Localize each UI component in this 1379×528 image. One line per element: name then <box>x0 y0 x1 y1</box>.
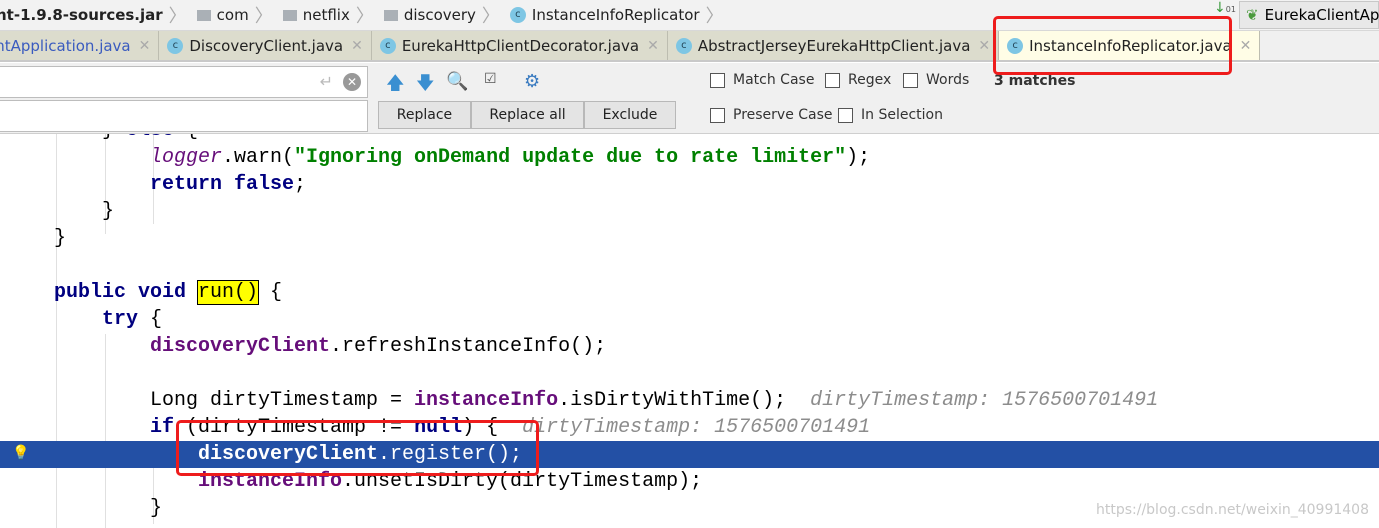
words-checkbox[interactable]: Words <box>903 72 969 88</box>
code-token: instanceInfo <box>414 389 559 412</box>
breadcrumb-item[interactable]: c InstanceInfoReplicator 〉 <box>509 0 734 31</box>
code-token: else <box>126 134 174 142</box>
code-token: { <box>258 281 283 304</box>
folder-icon <box>196 9 211 21</box>
code-token: .refreshInstanceInfo(); <box>330 335 607 358</box>
chevron-right-icon: 〉 <box>355 6 374 27</box>
code-token: } <box>102 134 126 142</box>
inline-debug-value: dirtyTimestamp: 1576500701491 <box>786 389 1159 412</box>
code-token: } <box>102 200 115 223</box>
close-icon[interactable]: ✕ <box>1240 38 1252 54</box>
code-line[interactable]: return false; <box>0 171 1379 198</box>
code-line[interactable]: try { <box>0 306 1379 333</box>
chevron-right-icon: 〉 <box>705 6 724 27</box>
chevron-right-icon: 〉 <box>168 6 187 27</box>
tab-label: entApplication.java <box>0 36 131 55</box>
match-case-checkbox[interactable]: Match Case <box>710 72 814 88</box>
class-icon: c <box>675 37 692 54</box>
code-line[interactable] <box>0 360 1379 387</box>
watermark: https://blog.csdn.net/weixin_40991408 <box>1095 502 1369 518</box>
code-token: .warn( <box>222 146 295 169</box>
annotation-box <box>993 16 1232 75</box>
replace-button[interactable]: Replace <box>378 101 471 129</box>
code-line[interactable]: } <box>0 198 1379 225</box>
code-token: public void <box>54 281 199 304</box>
in-selection-checkbox[interactable]: In Selection <box>838 107 943 123</box>
code-line[interactable]: } <box>0 225 1379 252</box>
tab-abstractjerseyeurekahttpclient-java[interactable]: c AbstractJerseyEurekaHttpClient.java ✕ <box>667 31 1000 60</box>
code-line[interactable]: logger.warn("Ignoring onDemand update du… <box>0 144 1379 171</box>
tab-discoveryclient-java[interactable]: c DiscoveryClient.java ✕ <box>159 31 372 60</box>
code-token: } <box>150 497 163 520</box>
code-token: logger <box>150 146 223 169</box>
breadcrumb-item[interactable]: com 〉 <box>196 0 283 31</box>
annotation-box <box>176 420 539 476</box>
class-icon: c <box>167 37 184 54</box>
code-token: run() <box>197 280 260 305</box>
clear-icon[interactable]: ✕ <box>343 73 361 91</box>
lightbulb-icon[interactable]: 💡 <box>12 441 29 468</box>
breadcrumb-label: netflix <box>302 6 350 24</box>
preserve-case-checkbox[interactable]: Preserve Case <box>710 107 833 123</box>
tab-eurekahttpclientdecorator-java[interactable]: c EurekaHttpClientDecorator.java ✕ <box>371 31 668 60</box>
find-all-icon[interactable]: 🔍 <box>446 71 468 92</box>
class-icon: c <box>509 7 526 23</box>
tab-label: EurekaHttpClientDecorator.java <box>401 36 640 55</box>
run-configuration-selector[interactable]: ❦ EurekaClientAp <box>1239 1 1379 29</box>
close-icon[interactable]: ✕ <box>647 38 659 54</box>
folder-icon <box>282 9 297 21</box>
chevron-right-icon: 〉 <box>254 6 273 27</box>
code-token: ); <box>846 146 871 169</box>
enter-icon: ↵ <box>319 72 333 91</box>
code-token: ; <box>294 173 307 196</box>
breadcrumb-label: nt-1.9.8-sources.jar <box>0 6 163 24</box>
breadcrumb-label: com <box>216 6 249 24</box>
breadcrumb-label: InstanceInfoReplicator <box>531 6 700 24</box>
code-token: Long dirtyTimestamp = <box>150 389 415 412</box>
code-token: { <box>138 308 163 331</box>
tab-label: AbstractJerseyEurekaHttpClient.java <box>697 36 971 55</box>
code-token: { <box>174 134 198 142</box>
code-line[interactable] <box>0 252 1379 279</box>
binary-icon[interactable]: ↓01 <box>1214 1 1236 15</box>
chevron-right-icon: 〉 <box>481 6 500 27</box>
code-line[interactable]: public void run() { <box>0 279 1379 306</box>
close-icon[interactable]: ✕ <box>351 38 363 54</box>
breadcrumb-item[interactable]: netflix 〉 <box>282 0 384 31</box>
exclude-button[interactable]: Exclude <box>584 101 676 129</box>
close-icon[interactable]: ✕ <box>139 38 151 54</box>
previous-occurrence-icon[interactable]: 🡅 <box>386 71 405 101</box>
inline-debug-value: dirtyTimestamp: 1576500701491 <box>498 416 871 439</box>
replace-all-button[interactable]: Replace all <box>471 101 584 129</box>
code-line[interactable]: } else { <box>0 134 1379 144</box>
regex-checkbox[interactable]: Regex <box>825 72 891 88</box>
code-token: return false <box>150 173 295 196</box>
breadcrumb-item[interactable]: discovery 〉 <box>383 0 510 31</box>
breadcrumb-label: discovery <box>403 6 476 24</box>
code-token: } <box>54 227 67 250</box>
breadcrumb-item[interactable]: nt-1.9.8-sources.jar 〉 <box>0 0 197 31</box>
tab-label: DiscoveryClient.java <box>189 36 344 55</box>
code-token: "Ignoring onDemand update due to rate li… <box>294 146 847 169</box>
settings-gear-icon[interactable]: ⚙ <box>524 71 540 92</box>
select-all-occurrences-icon[interactable]: ☑ <box>484 71 497 87</box>
code-line[interactable]: Long dirtyTimestamp = instanceInfo.isDir… <box>0 387 1379 414</box>
tab-entapplication-java[interactable]: entApplication.java ✕ <box>0 31 160 60</box>
code-line[interactable]: discoveryClient.refreshInstanceInfo(); <box>0 333 1379 360</box>
replace-input[interactable] <box>0 100 368 132</box>
folder-icon <box>383 9 398 21</box>
class-icon: c <box>379 37 396 54</box>
code-token: try <box>102 308 139 331</box>
match-count: 3 matches <box>994 73 1076 89</box>
search-input[interactable]: ↵ ✕ <box>0 66 368 98</box>
spring-boot-icon: ❦ <box>1246 6 1259 24</box>
code-token: .isDirtyWithTime(); <box>558 389 787 412</box>
run-config-label: EurekaClientAp <box>1264 6 1379 24</box>
next-occurrence-icon[interactable]: 🡇 <box>416 71 435 101</box>
code-token: if <box>150 416 175 439</box>
close-icon[interactable]: ✕ <box>978 38 990 54</box>
code-token: discoveryClient <box>150 335 331 358</box>
